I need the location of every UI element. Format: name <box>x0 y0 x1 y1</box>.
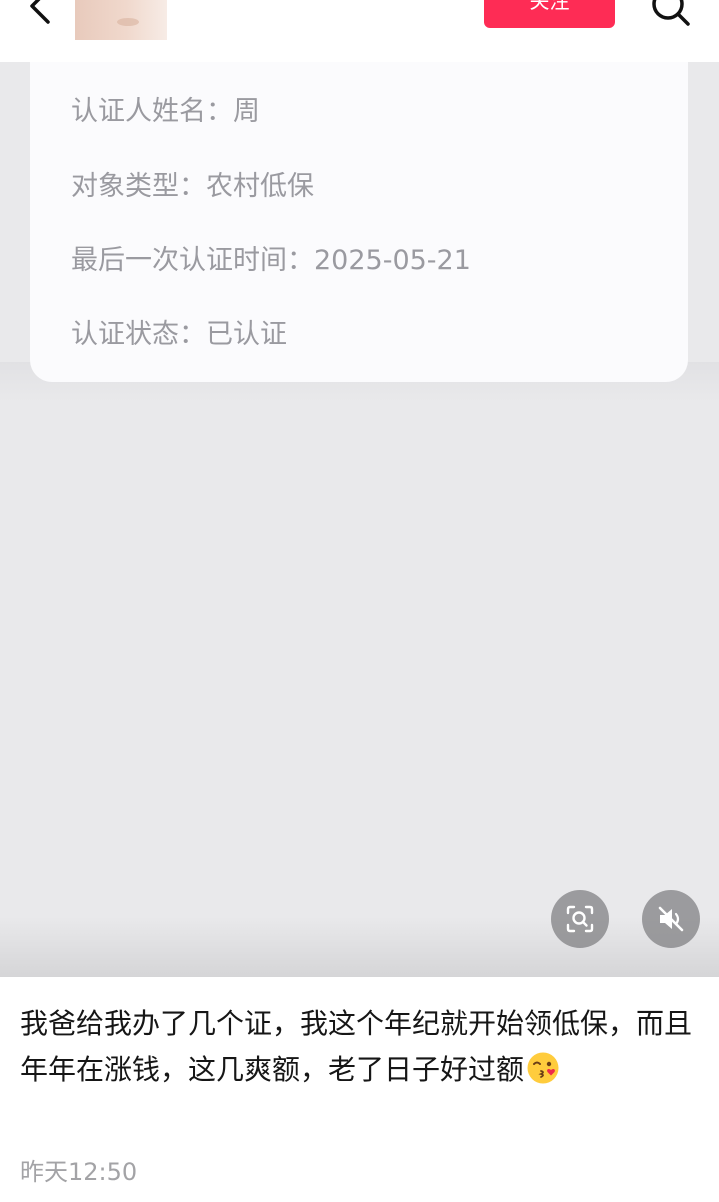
media-fade <box>0 917 719 977</box>
top-bar: 关注 <box>0 0 719 62</box>
search-icon <box>652 0 690 26</box>
kissing-wink-emoji-icon <box>527 1052 559 1084</box>
back-arrow-icon <box>30 0 50 24</box>
post-timestamp: 昨天12:50 <box>20 1158 138 1186</box>
mute-icon <box>658 906 684 932</box>
image-search-button[interactable] <box>551 890 609 948</box>
card-row-name: 认证人姓名：周 <box>71 89 272 128</box>
card-row-status: 认证状态：已认证 <box>71 312 287 351</box>
post-caption-text: 我爸给我办了几个证，我这个年纪就开始领低保，而且年年在涨钱，这几爽额，老了日子好… <box>20 1007 693 1086</box>
image-search-icon <box>566 905 594 933</box>
avatar[interactable] <box>75 0 167 40</box>
row-label: 认证人姓名： <box>71 96 233 127</box>
row-label: 认证状态： <box>71 319 206 350</box>
follow-button[interactable]: 关注 <box>484 0 615 28</box>
back-button[interactable] <box>22 0 62 26</box>
follow-button-label: 关注 <box>529 0 570 13</box>
search-button[interactable] <box>648 0 692 30</box>
row-value: 已认证 <box>206 319 287 350</box>
row-value: 2025-05-21 <box>314 245 471 276</box>
row-label: 最后一次认证时间： <box>71 245 314 276</box>
mute-button[interactable] <box>642 890 700 948</box>
row-value: 周 <box>233 96 260 127</box>
certification-card: 认证人姓名：周 对象类型：农村低保 最后一次认证时间：2025-05-21 认证… <box>30 62 688 382</box>
card-row-type: 对象类型：农村低保 <box>71 164 314 203</box>
media-viewer[interactable]: 认证人姓名：周 对象类型：农村低保 最后一次认证时间：2025-05-21 认证… <box>0 62 719 977</box>
card-row-last-time: 最后一次认证时间：2025-05-21 <box>71 238 471 277</box>
row-value: 农村低保 <box>206 171 314 202</box>
post-caption: 我爸给我办了几个证，我这个年纪就开始领低保，而且年年在涨钱，这几爽额，老了日子好… <box>20 1001 700 1093</box>
row-label: 对象类型： <box>71 171 206 202</box>
